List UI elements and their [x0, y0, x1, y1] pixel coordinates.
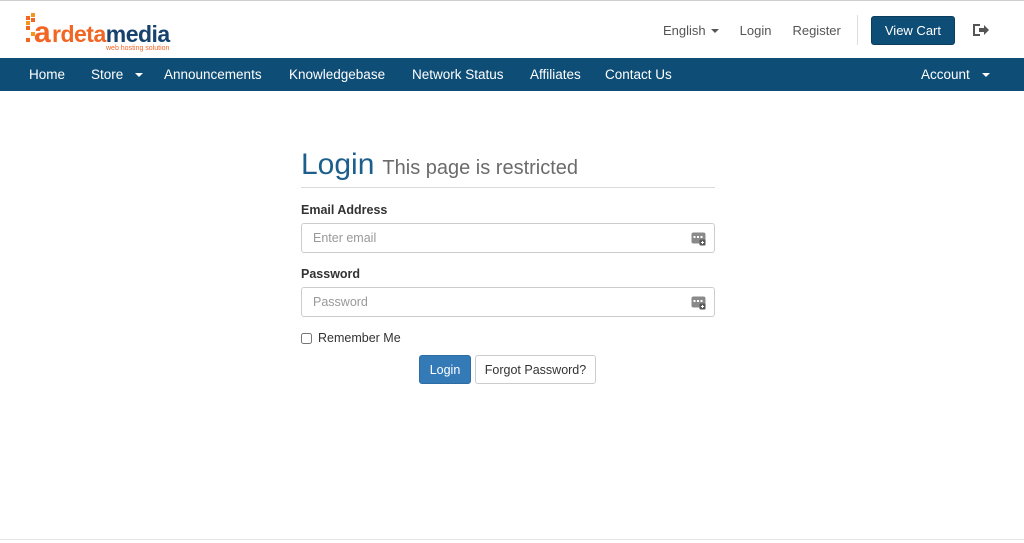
- forgot-password-button[interactable]: Forgot Password?: [475, 355, 596, 384]
- chevron-down-icon: [981, 73, 990, 78]
- logo-tagline: web hosting solution: [105, 45, 170, 52]
- logo-word-1: rdeta: [52, 21, 106, 47]
- top-links: English Login Register View Cart: [663, 2, 1024, 58]
- login-link[interactable]: Login: [740, 23, 772, 38]
- password-field[interactable]: [302, 288, 714, 316]
- nav-account[interactable]: Account: [921, 58, 990, 91]
- nav-knowledgebase[interactable]: Knowledgebase: [289, 58, 385, 91]
- footer-divider: [0, 539, 1024, 540]
- nav-network-status[interactable]: Network Status: [412, 58, 504, 91]
- remember-me-checkbox[interactable]: [301, 332, 312, 344]
- page-title: Login: [301, 148, 375, 181]
- login-button[interactable]: Login: [419, 355, 471, 384]
- ardetamedia-logo[interactable]: a rdetamedia web hosting solution: [24, 12, 194, 52]
- password-label: Password: [301, 267, 361, 281]
- remember-me[interactable]: Remember Me: [301, 331, 401, 345]
- nav-announcements[interactable]: Announcements: [164, 58, 262, 91]
- nav-store[interactable]: Store: [91, 58, 144, 91]
- password-manager-icon[interactable]: [691, 231, 706, 246]
- nav-contact-us[interactable]: Contact Us: [605, 58, 672, 91]
- logo-prefix: a: [34, 16, 51, 49]
- header-divider: [856, 15, 858, 45]
- email-field[interactable]: [302, 224, 714, 252]
- language-dropdown[interactable]: English: [663, 23, 719, 38]
- nav-home[interactable]: Home: [29, 58, 65, 91]
- logo-word-2: media: [106, 21, 171, 47]
- nav-affiliates[interactable]: Affiliates: [530, 58, 581, 91]
- main-navbar: Home Store Announcements Knowledgebase N…: [0, 58, 1024, 91]
- svg-text:rdetamedia: rdetamedia: [52, 21, 170, 47]
- view-cart-button[interactable]: View Cart: [870, 15, 955, 45]
- email-field-wrapper: [301, 223, 715, 253]
- password-field-wrapper: [301, 287, 715, 317]
- email-label: Email Address: [301, 203, 388, 217]
- register-link[interactable]: Register: [792, 23, 840, 38]
- chevron-down-icon: [135, 73, 144, 78]
- logout-icon[interactable]: [972, 22, 990, 38]
- nav-store-label: Store: [91, 67, 124, 82]
- login-heading: Login This page is restricted: [301, 147, 715, 188]
- login-panel: Login This page is restricted Email Addr…: [301, 147, 715, 384]
- top-header: a rdetamedia web hosting solution Englis…: [0, 2, 1024, 58]
- language-label: English: [663, 22, 706, 38]
- nav-account-label: Account: [921, 67, 970, 82]
- remember-me-label: Remember Me: [318, 331, 401, 345]
- page-subtitle: This page is restricted: [382, 157, 579, 179]
- password-manager-icon[interactable]: [691, 295, 706, 310]
- page: a rdetamedia web hosting solution Englis…: [0, 0, 1024, 543]
- chevron-down-icon: [710, 29, 719, 34]
